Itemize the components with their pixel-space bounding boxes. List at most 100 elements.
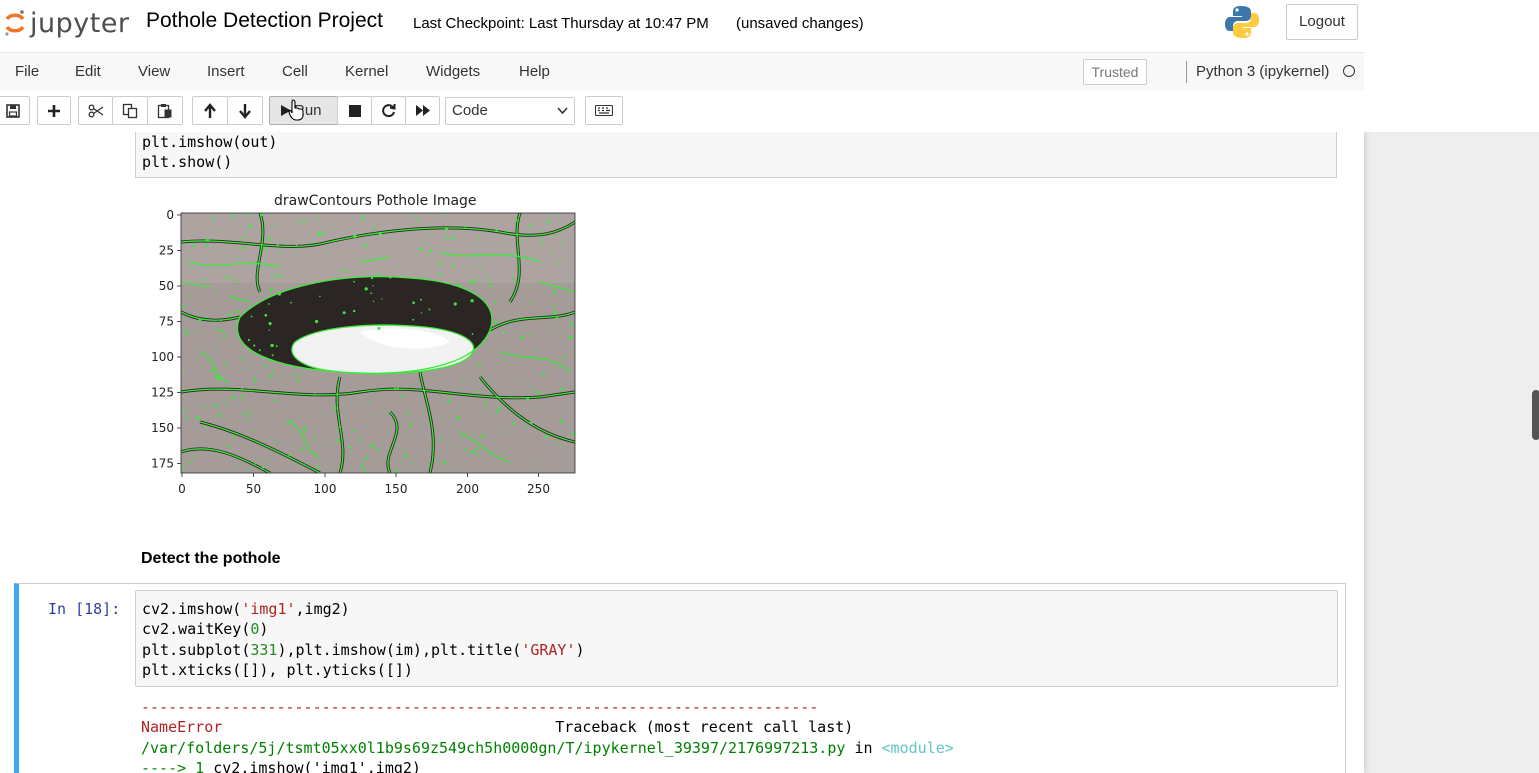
contour-speck bbox=[319, 295, 321, 298]
contour-speck bbox=[512, 421, 516, 425]
contour-speck bbox=[317, 232, 321, 236]
error-traceback-label: Traceback (most recent call last) bbox=[555, 718, 854, 737]
menu-file[interactable]: File bbox=[15, 63, 39, 80]
contour-speck bbox=[317, 216, 320, 219]
contour-speck bbox=[189, 296, 192, 299]
restart-button[interactable] bbox=[371, 96, 406, 125]
markdown-heading[interactable]: Detect the pothole bbox=[141, 550, 281, 568]
contour-speck bbox=[226, 277, 230, 281]
contour-speck bbox=[349, 446, 352, 449]
contour-speck bbox=[268, 329, 270, 331]
contour-speck bbox=[290, 301, 292, 304]
x-tick-label: 0 bbox=[178, 482, 186, 496]
contour-speck bbox=[205, 237, 210, 242]
contour-speck bbox=[562, 355, 566, 359]
notebook-site[interactable]: plt.imshow(out) plt.show() drawContours P… bbox=[0, 132, 1539, 773]
interrupt-button[interactable] bbox=[337, 96, 372, 125]
menu-cell[interactable]: Cell bbox=[282, 63, 308, 80]
command-palette-button[interactable] bbox=[585, 96, 623, 125]
restart-run-all-button[interactable] bbox=[405, 96, 440, 125]
contour-speck bbox=[198, 318, 202, 322]
contour-speck bbox=[552, 310, 557, 315]
contour-speck bbox=[451, 258, 453, 260]
contour-speck bbox=[470, 450, 474, 454]
contour-speck bbox=[181, 466, 184, 469]
contour-speck bbox=[278, 275, 281, 277]
contour-speck bbox=[214, 291, 217, 294]
x-tick-label: 200 bbox=[456, 482, 479, 496]
contour-speck bbox=[225, 403, 229, 406]
contour-speck bbox=[216, 340, 219, 343]
contour-speck bbox=[533, 281, 535, 283]
cell-type-select[interactable]: Code bbox=[445, 97, 575, 125]
contour-speck bbox=[227, 445, 230, 449]
cut-button[interactable] bbox=[78, 96, 113, 125]
logo-text: jupyter bbox=[30, 7, 130, 39]
contour-speck bbox=[420, 312, 423, 314]
contour-speck bbox=[489, 284, 492, 287]
contour-speck bbox=[495, 410, 499, 413]
contour-speck bbox=[452, 237, 456, 240]
menu-help[interactable]: Help bbox=[519, 63, 550, 80]
contour-speck bbox=[446, 236, 450, 240]
x-tick-label: 250 bbox=[527, 482, 550, 496]
menu-kernel[interactable]: Kernel bbox=[345, 63, 388, 80]
code-line: plt.show() bbox=[142, 153, 233, 172]
contour-speck bbox=[481, 434, 485, 438]
code-editor[interactable]: plt.imshow(out) plt.show() bbox=[142, 132, 277, 173]
contour-speck bbox=[364, 287, 368, 291]
move-down-button[interactable] bbox=[227, 96, 263, 125]
contour-speck bbox=[269, 358, 272, 362]
trusted-indicator[interactable]: Trusted bbox=[1083, 59, 1147, 85]
kernel-name[interactable]: Python 3 (ipykernel) bbox=[1196, 63, 1329, 80]
paste-button[interactable] bbox=[147, 96, 183, 125]
contour-speck bbox=[232, 214, 236, 218]
contour-speck bbox=[313, 435, 317, 439]
save-button[interactable] bbox=[0, 96, 30, 125]
scissors-icon bbox=[88, 104, 103, 117]
contour-speck bbox=[353, 280, 355, 283]
contour-speck bbox=[567, 281, 570, 283]
contour-speck bbox=[349, 451, 351, 454]
contour-speck bbox=[564, 258, 566, 260]
insert-cell-button[interactable] bbox=[37, 96, 71, 125]
code-token: cv2.imshow( bbox=[142, 600, 242, 618]
stop-icon bbox=[348, 104, 361, 117]
contour-speck bbox=[202, 278, 205, 281]
menu-edit[interactable]: Edit bbox=[75, 63, 101, 80]
contour-speck bbox=[214, 374, 218, 378]
contour-speck bbox=[372, 228, 375, 231]
move-up-button[interactable] bbox=[192, 96, 228, 125]
notebook-page: plt.imshow(out) plt.show() drawContours P… bbox=[0, 132, 1364, 773]
contour-speck bbox=[243, 236, 246, 239]
menu-insert[interactable]: Insert bbox=[207, 63, 245, 80]
contour-speck bbox=[248, 224, 253, 228]
contour-speck bbox=[507, 431, 510, 433]
contour-speck bbox=[241, 367, 243, 370]
pothole-contour-plot: 0 25 50 75 100 125 150 175 0 50 100 150 … bbox=[151, 208, 576, 496]
contour-speck bbox=[194, 313, 196, 315]
scrollbar-thumb[interactable] bbox=[1532, 390, 1539, 440]
menu-view[interactable]: View bbox=[138, 63, 170, 80]
notebook-name[interactable]: Pothole Detection Project bbox=[146, 9, 383, 33]
code-editor[interactable]: cv2.imshow('img1',img2) cv2.waitKey(0) plt… bbox=[142, 599, 585, 680]
contour-speck bbox=[488, 383, 490, 385]
copy-button[interactable] bbox=[112, 96, 148, 125]
logout-button[interactable]: Logout bbox=[1286, 4, 1358, 40]
contour-speck bbox=[267, 237, 271, 241]
contour-speck bbox=[389, 276, 392, 279]
contour-speck bbox=[434, 460, 437, 463]
y-tick-label: 0 bbox=[166, 208, 174, 222]
jupyter-logo[interactable]: jupyter bbox=[4, 6, 130, 40]
code-cell-input[interactable]: plt.imshow(out) plt.show() bbox=[135, 132, 1337, 178]
contour-speck bbox=[250, 315, 253, 318]
menu-widgets[interactable]: Widgets bbox=[426, 63, 480, 80]
contour-speck bbox=[210, 368, 214, 372]
contour-speck bbox=[234, 255, 236, 257]
contour-speck bbox=[190, 267, 193, 270]
contour-speck bbox=[370, 292, 373, 295]
kernel-idle-icon bbox=[1343, 65, 1355, 77]
code-cell-input[interactable]: cv2.imshow('img1',img2) cv2.waitKey(0) plt… bbox=[135, 590, 1338, 687]
contour-speck bbox=[302, 372, 304, 374]
contour-speck bbox=[215, 347, 218, 349]
